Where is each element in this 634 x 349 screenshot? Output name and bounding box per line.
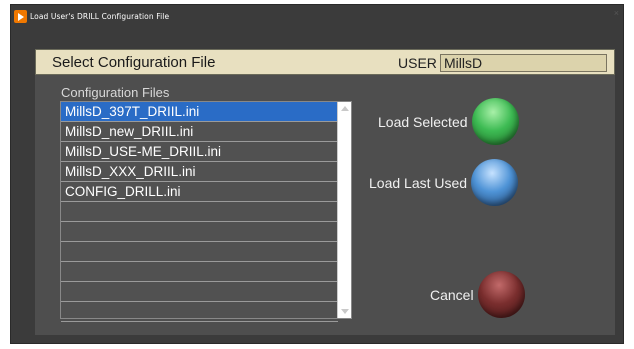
load-selected-label: Load Selected xyxy=(378,113,468,130)
dialog-window: Load User's DRILL Configuration File × S… xyxy=(10,4,624,344)
file-list[interactable]: MillsD_397T_DRIIL.ini MillsD_new_DRIIL.in… xyxy=(60,101,352,322)
page-title: Select Configuration File xyxy=(52,54,216,71)
user-field[interactable]: MillsD xyxy=(440,54,607,72)
load-last-used-button[interactable]: Load Last Used xyxy=(369,159,519,206)
list-item[interactable] xyxy=(61,222,338,242)
scroll-up-arrow-icon[interactable] xyxy=(341,106,349,111)
list-item[interactable] xyxy=(61,202,338,222)
title-bar[interactable]: Load User's DRILL Configuration File × xyxy=(11,5,623,27)
close-icon[interactable]: × xyxy=(614,9,619,18)
window-title: Load User's DRILL Configuration File xyxy=(30,11,170,21)
list-item[interactable]: MillsD_XXX_DRIIL.ini xyxy=(61,162,338,182)
cancel-button[interactable]: Cancel xyxy=(430,271,525,318)
cancel-orb-icon[interactable] xyxy=(477,271,525,318)
list-item[interactable] xyxy=(61,302,338,322)
scrollbar[interactable] xyxy=(337,102,351,318)
main-panel: Select Configuration File USER MillsD Co… xyxy=(35,49,615,335)
header-bar: Select Configuration File USER MillsD xyxy=(35,49,615,75)
load-selected-button[interactable]: Load Selected xyxy=(378,98,519,145)
file-list-rows: MillsD_397T_DRIIL.ini MillsD_new_DRIIL.in… xyxy=(61,102,338,322)
load-last-used-orb-icon[interactable] xyxy=(471,159,519,206)
user-label: USER xyxy=(398,55,437,71)
app-logo-icon xyxy=(14,9,27,23)
scroll-down-arrow-icon[interactable] xyxy=(341,309,349,314)
list-item[interactable] xyxy=(61,262,338,282)
list-item[interactable]: CONFIG_DRILL.ini xyxy=(61,182,338,202)
list-item[interactable] xyxy=(61,282,338,302)
load-last-used-label: Load Last Used xyxy=(369,174,468,191)
load-selected-orb-icon[interactable] xyxy=(471,98,519,145)
list-item[interactable]: MillsD_397T_DRIIL.ini xyxy=(61,102,338,122)
file-list-label: Configuration Files xyxy=(61,85,170,100)
cancel-label: Cancel xyxy=(430,286,474,303)
list-item[interactable]: MillsD_new_DRIIL.ini xyxy=(61,122,338,142)
list-item[interactable] xyxy=(61,242,338,262)
list-item[interactable]: MillsD_USE-ME_DRIIL.ini xyxy=(61,142,338,162)
